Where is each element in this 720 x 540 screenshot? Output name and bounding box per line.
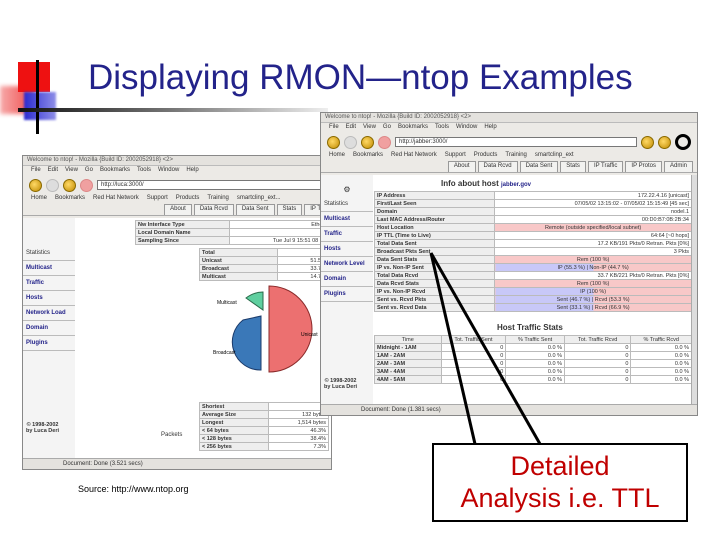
- arrow-line-1: [429, 252, 477, 445]
- callout-line-2: Analysis i.e. TTL: [460, 483, 660, 513]
- callout-line-1: Detailed: [510, 451, 610, 481]
- arrow-line-2: [429, 252, 542, 445]
- callout-box: Detailed Analysis i.e. TTL: [432, 443, 688, 522]
